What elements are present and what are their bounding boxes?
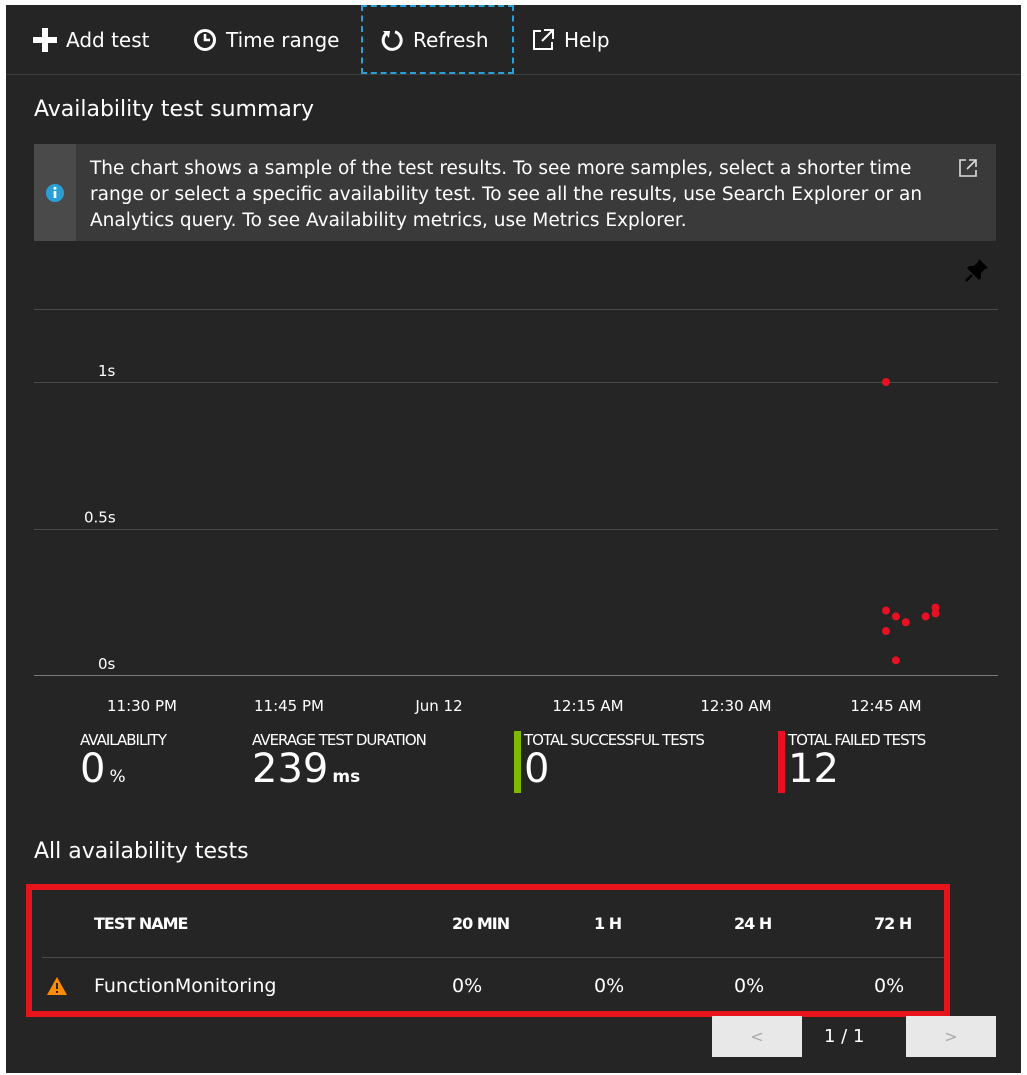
refresh-icon (379, 27, 405, 53)
availability-panel: Add test Time range Refresh Help Availab… (6, 5, 1021, 1073)
x-tick-label: 11:45 PM (254, 697, 324, 715)
help-label: Help (564, 27, 610, 52)
successful-label: TOTAL SUCCESSFUL TESTS (524, 731, 705, 749)
x-tick-label: 11:30 PM (107, 697, 177, 715)
tests-table: TEST NAME 20 MIN 1 H 24 H 72 H FunctionM… (32, 890, 944, 1011)
data-point (891, 656, 900, 665)
next-page-button[interactable]: > (906, 1016, 996, 1057)
data-point (882, 627, 890, 636)
data-point (901, 618, 910, 627)
availability-value: 0 (80, 746, 106, 792)
all-tests-title: All availability tests (34, 839, 249, 864)
cell-1-h: 0% (594, 975, 625, 997)
col-20-min[interactable]: 20 MIN (452, 914, 510, 933)
open-external-icon[interactable] (958, 158, 978, 182)
x-tick-label: 12:15 AM (552, 697, 623, 715)
col-24-h[interactable]: 24 H (734, 914, 772, 933)
data-point (882, 378, 890, 386)
tests-table-highlight: TEST NAME 20 MIN 1 H 24 H 72 H FunctionM… (26, 884, 950, 1017)
prev-page-button[interactable]: < (712, 1016, 802, 1057)
toolbar: Add test Time range Refresh Help (6, 5, 1021, 75)
availability-unit: % (109, 767, 126, 787)
info-banner: The chart shows a sample of the test res… (34, 144, 996, 241)
x-tick-label: 12:30 AM (700, 697, 771, 715)
avg-duration-unit: ms (332, 767, 361, 787)
time-range-label: Time range (226, 27, 340, 52)
x-tick-label: Jun 12 (414, 697, 462, 715)
success-bar (514, 731, 521, 793)
failed-value: 12 (788, 746, 839, 792)
col-test-name[interactable]: TEST NAME (94, 914, 188, 933)
page-indicator: 1 / 1 (824, 1026, 865, 1047)
y-tick-label: 0.5s (84, 509, 116, 527)
cell-20-min: 0% (452, 975, 483, 997)
external-link-icon (530, 27, 556, 53)
scatter-chart: 1s 0.5s 0s 11:30 PM 11:45 PM Jun 12 12:15 AM 12… (34, 309, 998, 715)
plus-icon (32, 27, 58, 53)
row-divider (42, 957, 944, 958)
y-tick-label: 0s (98, 655, 116, 673)
refresh-label: Refresh (413, 27, 489, 52)
cell-24-h: 0% (734, 975, 765, 997)
successful-value: 0 (524, 746, 550, 792)
data-point (891, 612, 900, 621)
x-tick-label: 12:45 AM (850, 697, 921, 715)
data-point (921, 612, 930, 621)
metric-average-duration: AVERAGE TEST DURATION 239 ms (252, 731, 427, 797)
data-point (931, 603, 940, 612)
time-range-button[interactable]: Time range (192, 5, 339, 74)
warning-icon (46, 976, 68, 1000)
refresh-button[interactable]: Refresh (361, 5, 514, 74)
cell-72-h: 0% (874, 975, 905, 997)
summary-title: Availability test summary (34, 97, 314, 122)
help-button[interactable]: Help (530, 5, 610, 74)
availability-chart: 1s 0.5s 0s 11:30 PM 11:45 PM Jun 12 12:15 AM 12… (6, 275, 1021, 725)
test-name-cell[interactable]: FunctionMonitoring (94, 975, 276, 997)
add-test-button[interactable]: Add test (32, 5, 150, 74)
col-72-h[interactable]: 72 H (874, 914, 912, 933)
info-text: The chart shows a sample of the test res… (90, 158, 923, 231)
avg-duration-value: 239 (252, 746, 329, 792)
fail-bar (778, 731, 785, 793)
info-strip (34, 144, 76, 241)
add-test-label: Add test (66, 27, 150, 52)
metric-availability: AVAILABILITY 0% (80, 731, 167, 797)
clock-icon (192, 27, 218, 53)
y-tick-label: 1s (98, 362, 116, 380)
info-icon (46, 183, 64, 202)
col-1-h[interactable]: 1 H (594, 914, 622, 933)
metric-successful-tests: TOTAL SUCCESSFUL TESTS 0 (514, 731, 705, 793)
data-point (882, 606, 890, 615)
metric-failed-tests: TOTAL FAILED TESTS 12 (778, 731, 926, 793)
